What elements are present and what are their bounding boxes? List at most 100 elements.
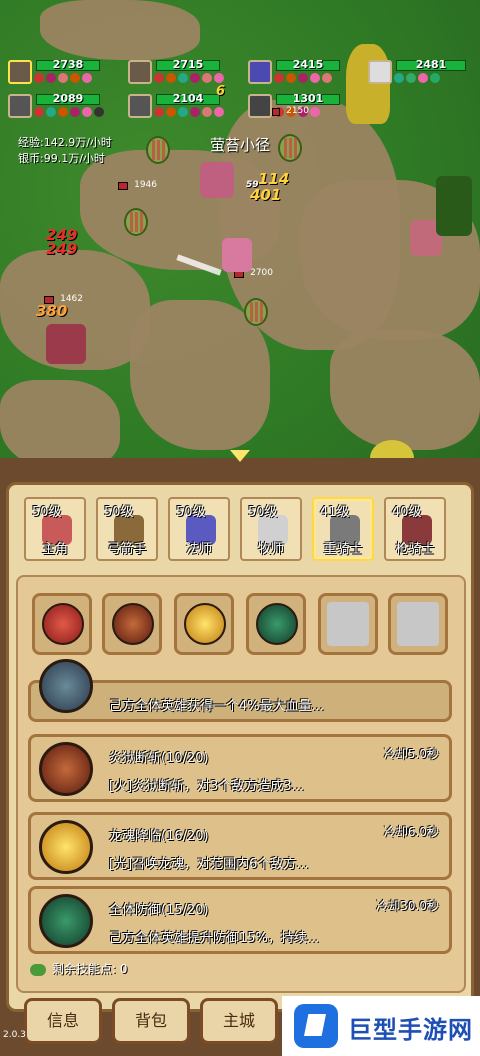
hero-status-card[interactable]: 2089 bbox=[8, 92, 120, 120]
skill-slot[interactable] bbox=[102, 593, 162, 655]
buff-icon bbox=[178, 73, 188, 83]
buff-icon bbox=[178, 107, 188, 117]
hero-status-card[interactable]: 2415 bbox=[248, 58, 360, 86]
skill-card[interactable]: 己方全体英雄获得一个4%最大血量... bbox=[28, 659, 452, 722]
hero-role: 法师 bbox=[185, 542, 212, 557]
enemy-melon[interactable] bbox=[278, 134, 302, 162]
damage-number: 59 bbox=[246, 180, 259, 190]
inferno-blade-icon bbox=[112, 603, 154, 645]
buff-icon bbox=[34, 73, 44, 83]
hero-portrait bbox=[8, 94, 32, 118]
hero-tab-lancer[interactable]: 40级 枪骑士 bbox=[384, 497, 446, 561]
version-label: 2.0.3 bbox=[3, 1030, 26, 1040]
buff-icon bbox=[406, 73, 416, 83]
buff-icon bbox=[154, 73, 164, 83]
skill-cooldown: 冷却6.0秒 bbox=[383, 825, 439, 839]
hp-value: 2089 bbox=[52, 92, 84, 105]
buff-icon bbox=[202, 73, 212, 83]
buff-icon bbox=[154, 107, 164, 117]
skill-slot-empty[interactable] bbox=[318, 593, 378, 655]
skill-card[interactable]: 龙魂降临(16/20) 冷却6.0秒 [光]召唤龙魂，对范围内6个敌方... bbox=[28, 812, 452, 880]
damage-number: 380 bbox=[36, 302, 68, 320]
skill-card[interactable]: 全体防御(15/20) 冷却30.0秒 己方全体英雄提升防御15%，持续... bbox=[28, 886, 452, 954]
hero-level: 50级 bbox=[104, 505, 134, 520]
nav-bag-button[interactable]: 背包 bbox=[112, 998, 190, 1044]
nav-info-button[interactable]: 信息 bbox=[24, 998, 102, 1044]
enemy-hp-bar: 2150 bbox=[272, 106, 309, 116]
buff-icon bbox=[82, 73, 92, 83]
dragon-soul-icon bbox=[184, 603, 226, 645]
hero-tab-archer[interactable]: 50级 弓箭手 bbox=[96, 497, 158, 561]
hero-role: 枪骑士 bbox=[395, 542, 435, 557]
buff-row bbox=[274, 73, 332, 83]
buff-icon bbox=[94, 107, 104, 117]
watermark-text: 巨型手游网 bbox=[348, 1016, 473, 1044]
empty-slot-icon bbox=[327, 602, 369, 646]
buff-icon bbox=[214, 73, 224, 83]
skill-card[interactable]: 炎狱断斩(10/20) 冷却5.0秒 [火]炎狱断斩，对3个敌方造成3... bbox=[28, 734, 452, 802]
dirt-path bbox=[40, 0, 200, 60]
hero-level: 50级 bbox=[176, 505, 206, 520]
skill-slot-empty[interactable] bbox=[388, 593, 448, 655]
buff-icon bbox=[46, 107, 56, 117]
buff-icon bbox=[190, 107, 200, 117]
enemy-melon[interactable] bbox=[146, 136, 170, 164]
enemy-melon[interactable] bbox=[124, 208, 148, 236]
buff-icon bbox=[286, 73, 296, 83]
hero-tab-heavy-knight[interactable]: 41级 重骑士 bbox=[312, 497, 374, 561]
buff-icon bbox=[190, 73, 200, 83]
fire-sword-icon bbox=[42, 603, 84, 645]
skill-slot[interactable] bbox=[174, 593, 234, 655]
skill-cooldown: 冷却30.0秒 bbox=[376, 899, 439, 913]
buff-icon bbox=[214, 107, 224, 117]
dirt-path bbox=[330, 330, 480, 450]
hero-status-card[interactable]: 2715 bbox=[128, 58, 240, 86]
hero-sprite bbox=[46, 324, 86, 364]
hero-portrait bbox=[128, 60, 152, 84]
buff-icon bbox=[166, 107, 176, 117]
skill-slot[interactable] bbox=[32, 593, 92, 655]
hp-value: 2415 bbox=[292, 58, 324, 71]
enemy-sprite[interactable] bbox=[436, 176, 472, 236]
buff-icon bbox=[58, 73, 68, 83]
hero-role: 主角 bbox=[41, 542, 68, 557]
hero-role: 牧师 bbox=[257, 542, 284, 557]
enemy-melon[interactable] bbox=[244, 298, 268, 326]
hero-sprite bbox=[222, 238, 252, 272]
hero-portrait bbox=[248, 60, 272, 84]
hero-tab-priest[interactable]: 50级 牧师 bbox=[240, 497, 302, 561]
hero-portrait bbox=[368, 60, 392, 84]
hero-status-card[interactable]: 2481 bbox=[368, 58, 480, 86]
hp-value: 2104 bbox=[172, 92, 204, 105]
points-label: 剩余技能点: 0 bbox=[52, 962, 128, 976]
hero-level: 50级 bbox=[248, 505, 278, 520]
hero-tab-mage[interactable]: 50级 法师 bbox=[168, 497, 230, 561]
hero-level: 40级 bbox=[392, 505, 422, 520]
buff-icon bbox=[430, 73, 440, 83]
hero-sprite bbox=[200, 162, 234, 198]
enemy-hp-label: 2700 bbox=[250, 268, 273, 278]
nav-city-button[interactable]: 主城 bbox=[200, 998, 278, 1044]
refresh-icon[interactable] bbox=[30, 963, 46, 976]
skill-name: 全体防御(15/20) bbox=[109, 903, 209, 918]
hp-value: 2481 bbox=[415, 58, 447, 71]
buff-icon bbox=[298, 73, 308, 83]
skill-slot[interactable] bbox=[246, 593, 306, 655]
hero-tab-protagonist[interactable]: 50级 主角 bbox=[24, 497, 86, 561]
skill-desc: 己方全体英雄获得一个4%最大血量... bbox=[109, 699, 325, 714]
buff-row bbox=[394, 73, 440, 83]
hero-portrait bbox=[128, 94, 152, 118]
dragon-soul-icon bbox=[39, 820, 93, 874]
shield-orb-icon bbox=[39, 659, 93, 713]
inferno-blade-icon bbox=[39, 742, 93, 796]
hero-status-card[interactable]: 2738 bbox=[8, 58, 120, 86]
hp-value: 2715 bbox=[172, 58, 204, 71]
shield-defense-icon bbox=[256, 603, 298, 645]
enemy-hp-label: 2150 bbox=[286, 106, 309, 116]
skill-desc: [火]炎狱断斩，对3个敌方造成3... bbox=[109, 779, 305, 794]
dirt-path bbox=[0, 380, 120, 470]
buff-icon bbox=[82, 107, 92, 117]
floating-number: 6 bbox=[216, 84, 226, 99]
buff-icon bbox=[274, 73, 284, 83]
buff-icon bbox=[394, 73, 404, 83]
